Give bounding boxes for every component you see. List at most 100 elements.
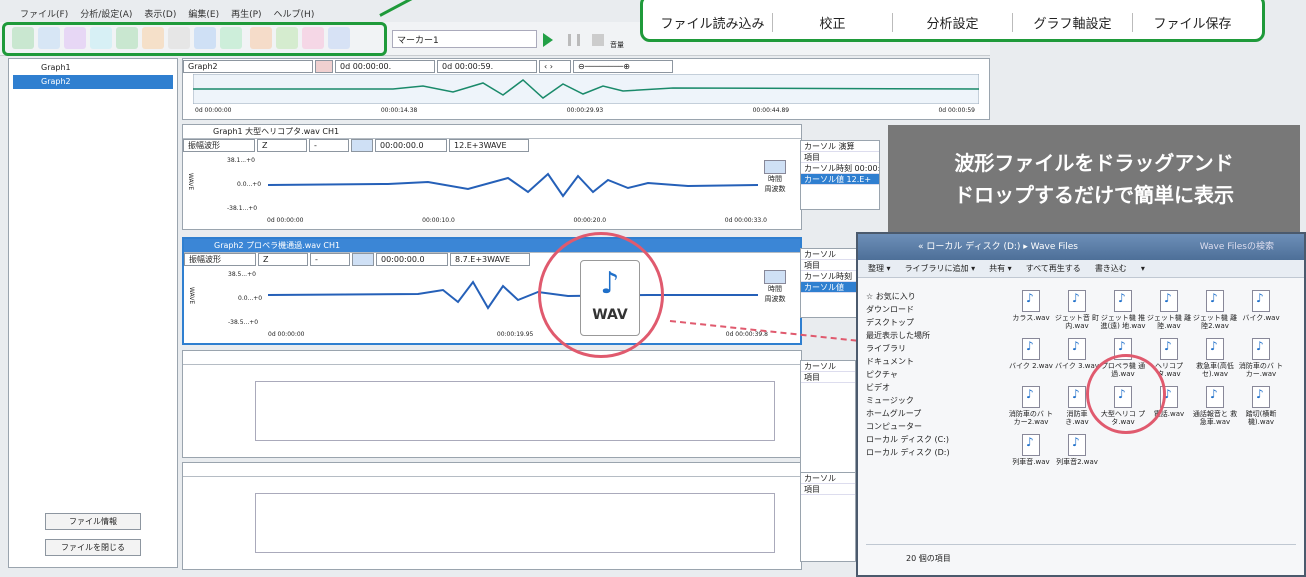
graph3-cursor-tab[interactable]: カーソル <box>801 361 855 372</box>
graph2-time[interactable]: 00:00:00.0 <box>376 253 448 266</box>
graph3-plot-area[interactable] <box>255 381 775 441</box>
graph4-cursor-tab[interactable]: カーソル <box>801 473 855 484</box>
file-item[interactable]: バイク 2.wav <box>1008 338 1054 378</box>
graph1-ymax: 38.1...+0 <box>227 157 255 164</box>
nav-documents[interactable]: ドキュメント <box>866 355 986 368</box>
file-info-button[interactable]: ファイル情報 <box>45 513 141 530</box>
zoom-slider[interactable]: ⊖────────⊕ <box>573 60 673 73</box>
graph3-panel[interactable] <box>182 350 802 458</box>
graph1-cursor-icon[interactable] <box>351 139 373 152</box>
file-item[interactable]: ジェット音 町内.wav <box>1054 290 1100 330</box>
explorer-play-all[interactable]: すべて再生する <box>1026 260 1081 277</box>
wav-file-icon <box>1160 338 1178 360</box>
ribbon-calibrate: 校正 <box>773 13 893 32</box>
nav-libraries[interactable]: ライブラリ <box>866 342 986 355</box>
menu-play[interactable]: 再生(P) <box>231 7 261 20</box>
stop-icon[interactable] <box>592 34 604 46</box>
nav-disk-d[interactable]: ローカル ディスク (D:) <box>866 446 986 459</box>
nav-music[interactable]: ミュージック <box>866 394 986 407</box>
file-item[interactable]: カラス.wav <box>1008 290 1054 330</box>
toolbar-highlight <box>2 22 387 56</box>
file-item[interactable]: 救急車(高低セ).wav <box>1192 338 1238 378</box>
graph1-cursor-value[interactable]: カーソル値 12.E+ <box>801 174 879 185</box>
graph1-channel[interactable]: Z <box>257 139 307 152</box>
graph1-time[interactable]: 00:00:00.0 <box>375 139 447 152</box>
explorer-burn[interactable]: 書き込む <box>1095 260 1127 277</box>
graph4-panel[interactable] <box>182 462 802 570</box>
nav-pictures[interactable]: ピクチャ <box>866 368 986 381</box>
tree-item-graph1[interactable]: Graph1 <box>13 61 173 75</box>
graph4-title <box>183 463 801 477</box>
file-item[interactable]: 列車音2.wav <box>1054 434 1100 466</box>
wav-file-icon <box>1068 386 1086 408</box>
graph2-mode[interactable]: 振幅波形 <box>184 253 256 266</box>
graph1-sub[interactable]: - <box>309 139 349 152</box>
menu-edit[interactable]: 編集(E) <box>188 7 219 20</box>
tree-item-graph2[interactable]: Graph2 <box>13 75 173 89</box>
graph2-sub[interactable]: - <box>310 253 350 266</box>
time-view-icon[interactable] <box>764 160 786 174</box>
graph1-rate[interactable]: 12.E+3WAVE <box>449 139 529 152</box>
time-view-button[interactable]: 時間 <box>764 284 786 294</box>
wav-file-icon <box>1252 386 1270 408</box>
scroll-arrows[interactable]: ‹ › <box>539 60 571 73</box>
range-icon[interactable] <box>315 60 333 73</box>
explorer-organize[interactable]: 整理 ▾ <box>868 260 891 277</box>
menu-analysis[interactable]: 分析/設定(A) <box>80 7 132 20</box>
file-item[interactable]: 消防車のバ トカー.wav <box>1238 338 1284 378</box>
explorer-more[interactable]: ▾ <box>1141 260 1145 277</box>
marker-select[interactable]: マーカー1 <box>392 30 537 48</box>
start-time[interactable]: 0d 00:00:00. <box>335 60 435 73</box>
graph2-waveform <box>268 280 758 310</box>
nav-favorites[interactable]: ☆ お気に入り <box>866 290 986 303</box>
file-item[interactable]: 列車音.wav <box>1008 434 1054 466</box>
nav-videos[interactable]: ビデオ <box>866 381 986 394</box>
pause-icon[interactable] <box>568 34 580 46</box>
menu-view[interactable]: 表示(D) <box>144 7 176 20</box>
nav-recent[interactable]: 最近表示した場所 <box>866 329 986 342</box>
graph4-cursor-panel: カーソル 項目 <box>800 472 856 562</box>
graph2-rate[interactable]: 8.7.E+3WAVE <box>450 253 530 266</box>
graph-select[interactable]: Graph2 <box>183 60 313 73</box>
time-view-icon[interactable] <box>764 270 786 284</box>
volume-label[interactable]: 音量 <box>610 40 624 50</box>
file-item[interactable]: ジェット機 推進(遠) 地.wav <box>1100 290 1146 330</box>
file-item[interactable]: 消防車のバ トカー2.wav <box>1008 386 1054 426</box>
nav-desktop[interactable]: デスクトップ <box>866 316 986 329</box>
graph2-ymid: 0.0...+0 <box>238 295 263 302</box>
graph2-channel[interactable]: Z <box>258 253 308 266</box>
wav-file-icon <box>1206 338 1224 360</box>
ribbon-file-load: ファイル読み込み <box>653 13 773 32</box>
file-item[interactable]: バイク.wav <box>1238 290 1284 330</box>
close-file-button[interactable]: ファイルを閉じる <box>45 539 141 556</box>
nav-disk-c[interactable]: ローカル ディスク (C:) <box>866 433 986 446</box>
wav-file-icon[interactable]: ♪ WAV <box>580 260 640 336</box>
nav-homegroup[interactable]: ホームグループ <box>866 407 986 420</box>
explorer-path-bar[interactable]: « ローカル ディスク (D:) ▸ Wave Files Wave Filesの… <box>858 234 1304 260</box>
explorer-add-library[interactable]: ライブラリに追加 ▾ <box>905 260 976 277</box>
graph3-item-header: 項目 <box>801 372 855 383</box>
graph1-ymid: 0.0...+0 <box>237 181 262 188</box>
end-time[interactable]: 0d 00:00:59. <box>437 60 537 73</box>
explorer-share[interactable]: 共有 ▾ <box>989 260 1012 277</box>
freq-view-button[interactable]: 周波数 <box>764 184 786 194</box>
callout-line-2: ドロップするだけで簡単に表示 <box>954 183 1234 207</box>
explorer-search[interactable]: Wave Filesの検索 <box>1200 234 1274 260</box>
graph1-cursor-tab[interactable]: カーソル 演算 <box>801 141 879 152</box>
graph1-mode[interactable]: 振幅波形 <box>183 139 255 152</box>
menu-help[interactable]: ヘルプ(H) <box>274 7 315 20</box>
wav-file-icon <box>1068 434 1086 456</box>
graph4-plot-area[interactable] <box>255 493 775 553</box>
time-view-button[interactable]: 時間 <box>764 174 786 184</box>
graph2-cursor-icon[interactable] <box>352 253 374 266</box>
play-icon[interactable] <box>543 33 553 47</box>
freq-view-button[interactable]: 周波数 <box>764 294 786 304</box>
nav-downloads[interactable]: ダウンロード <box>866 303 986 316</box>
file-item[interactable]: ジェット機 離陸.wav <box>1146 290 1192 330</box>
nav-computer[interactable]: コンピューター <box>866 420 986 433</box>
graph1-view-buttons: 時間 周波数 <box>764 160 786 194</box>
file-item[interactable]: ジェット機 離陸2.wav <box>1192 290 1238 330</box>
file-item[interactable]: 踏切(横断 機).wav <box>1238 386 1284 426</box>
file-item[interactable]: 通話報音と 救急車.wav <box>1192 386 1238 426</box>
menu-file[interactable]: ファイル(F) <box>20 7 68 20</box>
